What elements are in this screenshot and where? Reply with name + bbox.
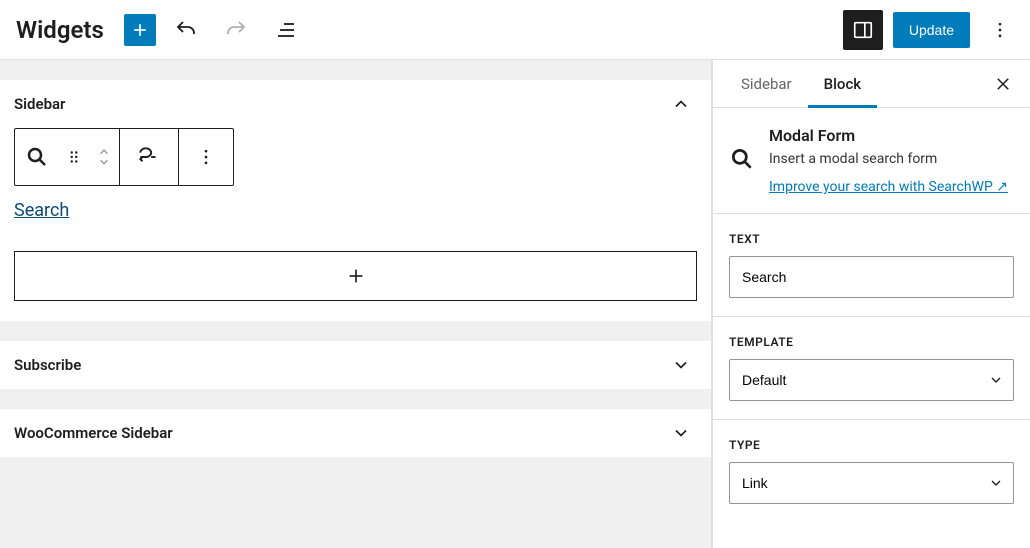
widget-area-title: Subscribe bbox=[14, 356, 81, 374]
widget-area-body: Search bbox=[0, 128, 711, 321]
top-toolbar: Widgets Update bbox=[0, 0, 1030, 60]
add-block-button[interactable] bbox=[14, 251, 697, 301]
field-type: TYPE Link bbox=[713, 420, 1030, 522]
options-button[interactable] bbox=[980, 10, 1020, 50]
text-input[interactable] bbox=[729, 256, 1014, 298]
page-title: Widgets bbox=[16, 16, 104, 44]
type-select[interactable]: Link bbox=[729, 462, 1014, 504]
text-label: TEXT bbox=[729, 232, 1014, 246]
block-type-icon[interactable] bbox=[15, 129, 59, 185]
widget-area-woocommerce: WooCommerce Sidebar bbox=[0, 409, 711, 457]
block-improve-link[interactable]: Improve your search with SearchWP ↗ bbox=[769, 179, 1008, 195]
list-view-button[interactable] bbox=[266, 10, 306, 50]
field-text: TEXT bbox=[713, 214, 1030, 317]
add-block-toggle[interactable] bbox=[124, 14, 156, 46]
field-template: TEMPLATE Default bbox=[713, 317, 1030, 420]
editor-canvas: Sidebar bbox=[0, 60, 712, 548]
plus-icon bbox=[345, 265, 367, 287]
widget-area-header[interactable]: Sidebar bbox=[0, 80, 711, 128]
drag-handle[interactable] bbox=[59, 129, 89, 185]
settings-toggle[interactable] bbox=[843, 10, 883, 50]
block-summary: Modal Form Insert a modal search form Im… bbox=[713, 108, 1030, 214]
widget-area-header[interactable]: WooCommerce Sidebar bbox=[0, 409, 711, 457]
update-button[interactable]: Update bbox=[893, 12, 970, 48]
block-toolbar bbox=[14, 128, 234, 186]
widget-area-sidebar: Sidebar bbox=[0, 80, 711, 321]
block-name: Modal Form bbox=[769, 126, 1014, 145]
move-down-button[interactable] bbox=[95, 157, 113, 167]
inspector-panel: Sidebar Block Modal Form Insert a modal … bbox=[712, 60, 1030, 548]
widget-area-header[interactable]: Subscribe bbox=[0, 341, 711, 389]
chevron-down-icon bbox=[671, 423, 691, 443]
widget-area-title: Sidebar bbox=[14, 95, 65, 113]
inspector-tabs: Sidebar Block bbox=[713, 60, 1030, 108]
template-label: TEMPLATE bbox=[729, 335, 1014, 349]
move-to-area-button[interactable] bbox=[120, 129, 178, 185]
chevron-up-icon bbox=[671, 94, 691, 114]
close-inspector-button[interactable] bbox=[988, 69, 1018, 99]
move-controls bbox=[89, 147, 119, 167]
template-select[interactable]: Default bbox=[729, 359, 1014, 401]
main-content: Sidebar bbox=[0, 60, 1030, 548]
widget-area-subscribe: Subscribe bbox=[0, 341, 711, 389]
chevron-down-icon bbox=[671, 355, 691, 375]
search-block-link[interactable]: Search bbox=[14, 200, 69, 221]
search-icon bbox=[729, 146, 755, 195]
toolbar-right: Update bbox=[843, 10, 1020, 50]
block-description: Insert a modal search form bbox=[769, 151, 1014, 167]
block-options-button[interactable] bbox=[179, 129, 233, 185]
toolbar-left: Widgets bbox=[16, 10, 306, 50]
tab-sidebar[interactable]: Sidebar bbox=[725, 60, 808, 107]
widget-area-title: WooCommerce Sidebar bbox=[14, 424, 173, 442]
type-label: TYPE bbox=[729, 438, 1014, 452]
tab-block[interactable]: Block bbox=[808, 60, 877, 107]
undo-button[interactable] bbox=[166, 10, 206, 50]
redo-button[interactable] bbox=[216, 10, 256, 50]
